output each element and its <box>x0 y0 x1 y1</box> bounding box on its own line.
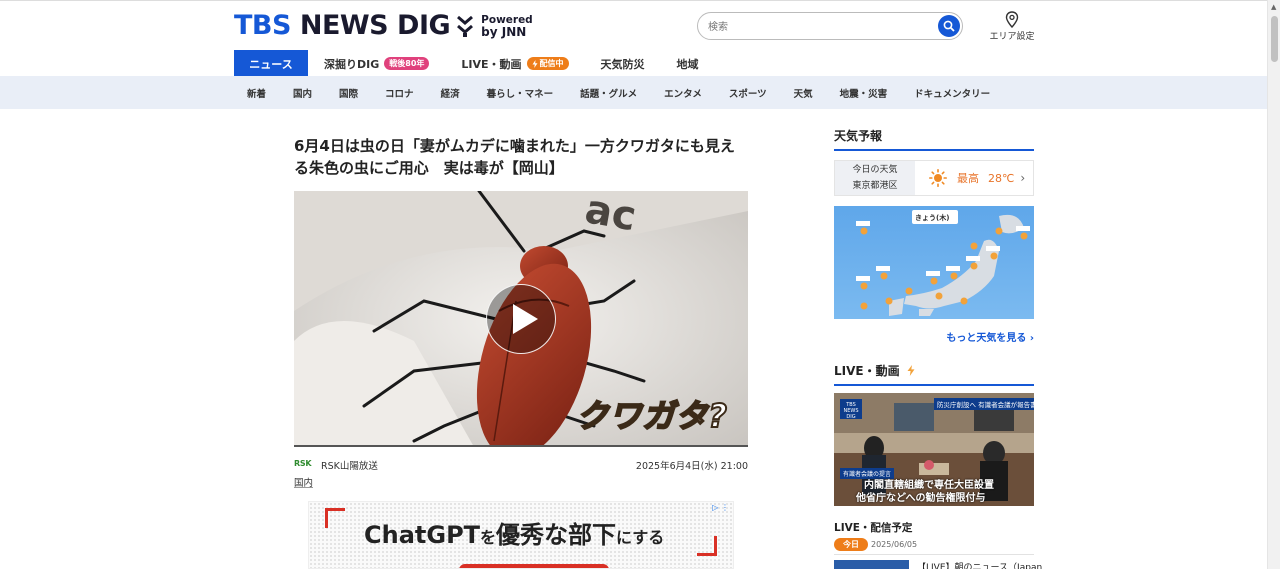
highest-temp-value: 28℃ <box>988 171 1015 185</box>
subnav-corona[interactable]: コロナ <box>385 86 414 100</box>
lightning-icon <box>532 59 538 68</box>
article-category-link[interactable]: 国内 <box>294 475 313 489</box>
location-pin-icon <box>1005 11 1019 28</box>
article: 6月4日は虫の日「妻がムカデに噛まれた」一方クワガタにも見える朱色の虫にご用心 … <box>294 135 748 489</box>
japan-weather-map-image: きょう(木) <box>856 210 1030 316</box>
dig-mark-icon <box>457 15 474 37</box>
rsk-logo: RSK <box>294 459 312 468</box>
nav-badge-postwar: 戦後80年 <box>384 57 430 70</box>
article-video[interactable]: ac クワガタ? <box>294 191 748 447</box>
advertisement-banner[interactable]: ChatGPTを優秀な部下にする ▷ ⋮ <box>308 501 734 569</box>
search-input[interactable] <box>708 18 928 36</box>
main-nav: ニュース 深掘りDIG 戦後80年 LIVE・動画 配信中 天気防災 地域 <box>234 50 715 77</box>
highest-temp-label: 最高 <box>957 172 979 185</box>
area-settings-button[interactable]: エリア設定 <box>985 11 1039 42</box>
subnav-domestic[interactable]: 国内 <box>293 86 312 100</box>
video-caption-overlay: クワガタ? <box>575 396 728 436</box>
live-caption-line2: 他省庁などへの勧告権限付与 <box>856 493 986 504</box>
article-headline: 6月4日は虫の日「妻がムカデに噛まれた」一方クワガタにも見える朱色の虫にご用心 … <box>294 137 735 177</box>
scrollbar-thumb[interactable] <box>1271 16 1278 62</box>
play-icon <box>512 303 538 334</box>
subnav-international[interactable]: 国際 <box>339 86 358 100</box>
divider <box>834 554 1034 555</box>
sunny-icon <box>929 169 947 187</box>
scroll-up-arrow-icon[interactable]: ▲ <box>1271 3 1276 11</box>
subnav-life-money[interactable]: 暮らし・マネー <box>487 86 554 100</box>
subnav-earthquake-disaster[interactable]: 地震・災害 <box>840 86 888 100</box>
play-button[interactable] <box>486 284 556 354</box>
site-header: TBS NEWS DIG Powered by JNN エリア設定 ニュース <box>0 0 1267 77</box>
ad-corner-decoration <box>325 508 345 528</box>
sidebar: 天気予報 今日の天気 東京都港区 最高 28℃ › きょう(木) もっと天気を見… <box>834 128 1042 569</box>
tbs-news-dig-logo: TBS NEWS DIG <box>840 399 862 420</box>
subnav-entertainment[interactable]: エンタメ <box>664 86 702 100</box>
subnav-weather[interactable]: 天気 <box>794 86 813 100</box>
logo-tbs: TBS <box>234 10 291 41</box>
category-nav: 新着 国内 国際 コロナ 経済 暮らし・マネー 話題・グルメ エンタメ スポーツ… <box>0 76 1267 109</box>
live-schedule-title: LIVE・配信予定 <box>834 522 913 534</box>
area-settings-label: エリア設定 <box>989 32 1035 42</box>
today-badge: 今日 <box>834 538 868 551</box>
nav-live-video[interactable]: LIVE・動画 配信中 <box>445 50 584 77</box>
subnav-economy[interactable]: 経済 <box>441 86 460 100</box>
nav-badge-live: 配信中 <box>526 57 569 70</box>
lightning-icon <box>907 365 915 376</box>
search-icon <box>943 20 955 32</box>
weather-location: 東京都港区 <box>852 181 898 191</box>
subnav-documentary[interactable]: ドキュメンタリー <box>914 86 990 100</box>
nav-weather-disaster[interactable]: 天気防災 <box>585 50 661 77</box>
article-source[interactable]: RSK山陽放送 <box>321 458 378 472</box>
logo-news-dig: NEWS DIG <box>299 10 451 41</box>
ad-corner-decoration <box>697 536 717 556</box>
today-weather-card[interactable]: 今日の天気 東京都港区 最高 28℃ › <box>834 160 1034 196</box>
schedule-item-title[interactable]: 【LIVE】朝のニュース（Japan <box>917 560 1042 569</box>
more-weather-link[interactable]: もっと天気を見る › <box>946 329 1034 344</box>
svg-text:きょう(木): きょう(木) <box>915 213 949 222</box>
ad-choices-icon[interactable]: ▷ ⋮ <box>712 503 729 512</box>
weather-section-title: 天気予報 <box>834 128 1034 151</box>
site-logo[interactable]: TBS NEWS DIG Powered by JNN <box>234 11 533 41</box>
weather-map[interactable]: きょう(木) <box>834 206 1034 319</box>
nav-news[interactable]: ニュース <box>234 50 308 77</box>
article-meta: RSK RSK山陽放送 2025年6月4日(水) 21:00 <box>294 457 748 472</box>
ad-cta-button[interactable] <box>459 564 609 568</box>
ad-title: ChatGPTを優秀な部下にする <box>364 521 665 549</box>
article-date: 2025年6月4日(水) 21:00 <box>635 461 748 472</box>
powered-by-jnn: Powered by JNN <box>481 14 533 39</box>
search-button[interactable] <box>938 15 960 37</box>
nav-region[interactable]: 地域 <box>661 50 715 77</box>
live-video-thumbnail[interactable]: TBS NEWS DIG 防災庁創設へ 有識者会議が報告書 有識者会議の提言 内… <box>834 393 1034 506</box>
live-section-title: LIVE・動画 <box>834 363 1034 386</box>
nav-fukabori-dig[interactable]: 深掘りDIG 戦後80年 <box>308 50 445 77</box>
schedule-item-thumbnail[interactable] <box>834 560 909 569</box>
subnav-latest[interactable]: 新着 <box>247 86 266 100</box>
chevron-right-icon: › <box>1020 171 1026 185</box>
search-box <box>697 12 963 40</box>
subnav-sports[interactable]: スポーツ <box>729 86 767 100</box>
live-news-tag: 防災庁創設へ 有識者会議が報告書 <box>934 398 1034 410</box>
subnav-topics-gourmet[interactable]: 話題・グルメ <box>580 86 637 100</box>
schedule-date: 2025/06/05 <box>871 540 918 549</box>
today-weather-label: 今日の天気 <box>852 165 898 175</box>
page-scrollbar[interactable]: ▲ <box>1267 0 1280 569</box>
